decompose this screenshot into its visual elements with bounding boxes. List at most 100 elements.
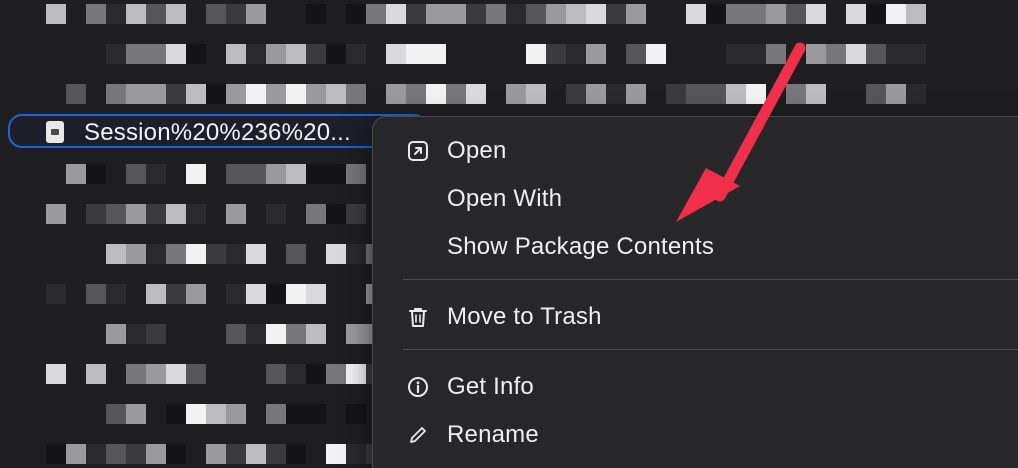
censored-pixel (446, 4, 466, 24)
censored-pixel (346, 44, 366, 64)
censored-pixel (126, 404, 146, 424)
censored-pixel (106, 84, 126, 104)
censored-pixel (626, 4, 646, 24)
censored-pixel (166, 404, 186, 424)
censored-pixel (306, 364, 326, 384)
censored-pixel (406, 4, 426, 24)
censored-pixel (66, 84, 86, 104)
censored-pixel (526, 44, 546, 64)
trash-icon (407, 306, 429, 328)
censored-pixel (686, 4, 706, 24)
censored-pixel (826, 44, 846, 64)
censored-pixel (226, 244, 246, 264)
censored-pixel (846, 4, 866, 24)
censored-pixel (226, 4, 246, 24)
censored-pixel (526, 84, 546, 104)
censored-pixel (586, 4, 606, 24)
censored-pixel (786, 84, 806, 104)
censored-pixel (106, 44, 126, 64)
censored-pixel (226, 284, 246, 304)
censored-pixel (46, 364, 66, 384)
censored-pixel (706, 4, 726, 24)
censored-pixel (66, 444, 86, 464)
censored-pixel (166, 244, 186, 264)
censored-pixel (506, 4, 526, 24)
censored-pixel (186, 204, 206, 224)
menu-item-label: Rename (447, 421, 539, 448)
censored-pixel (126, 44, 146, 64)
censored-pixel (326, 444, 346, 464)
finder-window: Session%20%236%20... Open Open With Show… (0, 0, 1018, 468)
censored-pixel (286, 364, 306, 384)
censored-pixel (326, 164, 346, 184)
censored-pixel (46, 444, 66, 464)
censored-pixel (906, 44, 926, 64)
censored-pixel (266, 164, 286, 184)
censored-pixel (686, 84, 706, 104)
censored-pixel (86, 4, 106, 24)
censored-pixel (346, 324, 366, 344)
censored-pixel (386, 4, 406, 24)
censored-pixel (226, 204, 246, 224)
censored-pixel (166, 364, 186, 384)
censored-pixel (206, 4, 226, 24)
censored-pixel (306, 164, 326, 184)
menu-item-label: Get Info (447, 373, 534, 400)
censored-pixel (126, 84, 146, 104)
menu-item-show-package-contents[interactable]: Show Package Contents (373, 227, 1013, 267)
censored-pixel (46, 204, 66, 224)
censored-pixel (66, 164, 86, 184)
censored-pixel (246, 244, 266, 264)
censored-pixel (226, 84, 246, 104)
censored-pixel (166, 444, 186, 464)
censored-pixel (146, 4, 166, 24)
censored-pixel (246, 444, 266, 464)
censored-pixel (86, 444, 106, 464)
censored-pixel (106, 324, 126, 344)
selected-file-row[interactable]: Session%20%236%20... (8, 114, 428, 148)
censored-pixel (266, 44, 286, 64)
censored-pixel (146, 284, 166, 304)
censored-pixel (566, 84, 586, 104)
menu-item-open[interactable]: Open (373, 131, 1013, 171)
censored-pixel (186, 364, 206, 384)
censored-pixel (306, 84, 326, 104)
censored-pixel (346, 4, 366, 24)
censored-pixel (706, 84, 726, 104)
censored-pixel (866, 44, 886, 64)
censored-pixel (286, 244, 306, 264)
menu-item-rename[interactable]: Rename (373, 415, 1013, 455)
censored-pixel (246, 4, 266, 24)
censored-pixel (486, 4, 506, 24)
censored-pixel (146, 364, 166, 384)
censored-pixel (626, 44, 646, 64)
censored-pixel (286, 44, 306, 64)
censored-pixel (766, 44, 786, 64)
censored-pixel (286, 324, 306, 344)
censored-pixel (266, 84, 286, 104)
censored-pixel (306, 204, 326, 224)
menu-item-move-to-trash[interactable]: Move to Trash (373, 297, 1013, 337)
censored-pixel (346, 84, 366, 104)
censored-pixel (126, 364, 146, 384)
censored-pixel (806, 84, 826, 104)
censored-pixel (306, 404, 326, 424)
censored-pixel (126, 164, 146, 184)
censored-pixel (906, 4, 926, 24)
package-file-icon (46, 121, 64, 143)
censored-pixel (346, 204, 366, 224)
censored-pixel (386, 84, 406, 104)
censored-pixel (426, 44, 446, 64)
menu-item-get-info[interactable]: Get Info (373, 367, 1013, 407)
censored-pixel (866, 4, 886, 24)
censored-pixel (246, 84, 266, 104)
censored-pixel (286, 404, 306, 424)
menu-item-open-with[interactable]: Open With (373, 179, 1013, 219)
censored-pixel (186, 164, 206, 184)
menu-item-label: Open (447, 137, 507, 164)
censored-pixel (126, 244, 146, 264)
censored-pixel (126, 204, 146, 224)
censored-pixel (86, 204, 106, 224)
censored-pixel (746, 84, 766, 104)
censored-pixel (766, 4, 786, 24)
